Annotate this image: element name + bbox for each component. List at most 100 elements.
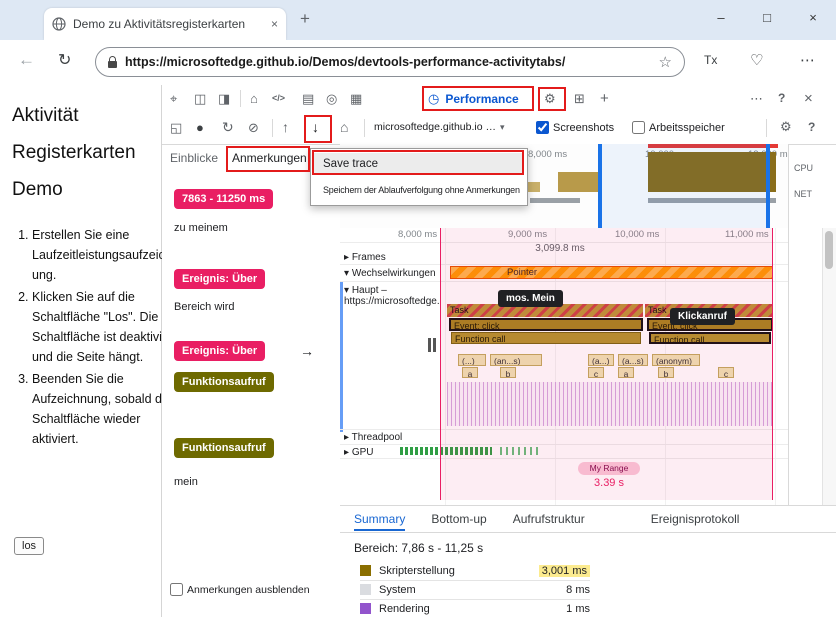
tab-close-icon[interactable]: × (271, 18, 278, 30)
collapse-icon[interactable]: ▾ (344, 268, 349, 279)
tab-event-log[interactable]: Ereignisprotokoll (651, 512, 740, 526)
tab-insights[interactable]: Einblicke (170, 151, 218, 165)
tab-annotations[interactable]: Anmerkungen (232, 151, 307, 165)
go-button[interactable]: los (14, 537, 45, 555)
js-frame-bar[interactable]: (a...) (588, 354, 614, 366)
record-icon[interactable]: ● (196, 121, 204, 134)
track-gpu[interactable]: ▸ GPU (344, 447, 373, 458)
annotation-note[interactable]: zu meinem (174, 222, 228, 234)
event-click-bar[interactable]: Event: click (449, 318, 643, 331)
annotation-tooltip[interactable]: mos. Mein (498, 290, 563, 307)
new-tab-button[interactable]: + (300, 10, 310, 27)
overview-selected-window[interactable] (602, 144, 768, 228)
screenshots-checkbox-input[interactable] (536, 121, 549, 134)
console-icon[interactable]: ▤ (302, 92, 314, 105)
js-frame-bar[interactable]: a (462, 367, 478, 378)
panel-dock-icon[interactable]: ◱ (170, 121, 182, 134)
screenshots-checkbox[interactable]: Screenshots (536, 121, 614, 134)
settings-more-icon[interactable]: ⋯ (800, 51, 815, 69)
minimize-button[interactable]: – (698, 0, 744, 34)
load-profile-icon[interactable]: ↑ (282, 120, 289, 134)
elements-icon[interactable]: </> (272, 94, 285, 103)
js-frame-bar[interactable]: (a...s) (618, 354, 648, 366)
annotation-func-badge[interactable]: Funktionsaufruf (174, 438, 274, 458)
window-close-button[interactable]: × (790, 0, 836, 34)
expand-icon[interactable]: ▸ (344, 447, 349, 458)
expand-icon[interactable]: ▸ (344, 252, 349, 263)
track-main-thread[interactable]: ▾ Haupt – https://microsoftedge.git… (344, 285, 440, 307)
devtools-close-icon[interactable]: × (804, 91, 813, 106)
js-frame-bar[interactable]: (...) (458, 354, 486, 366)
tab-performance[interactable]: ◷ Performance (428, 85, 519, 112)
expand-icon[interactable]: ▸ (344, 432, 349, 443)
annotation-func-badge[interactable]: Funktionsaufruf (174, 372, 274, 392)
scrollbar[interactable] (822, 228, 836, 505)
perf-help-icon[interactable]: ? (808, 121, 815, 133)
js-frame-bar[interactable]: (an...s) (490, 354, 542, 366)
hide-annotations-checkbox-input[interactable] (170, 583, 183, 596)
annotation-tooltip[interactable]: Klickanruf (670, 308, 735, 325)
function-call-bar[interactable]: Function call (649, 332, 771, 344)
js-frame-bar[interactable]: c (588, 367, 604, 378)
save-profile-icon[interactable]: ↓ (312, 120, 319, 134)
gear-icon[interactable]: ⚙ (544, 92, 556, 105)
hide-annotations-label: Anmerkungen ausblenden (187, 583, 310, 596)
memory-checkbox-input[interactable] (632, 121, 645, 134)
js-frame-bar[interactable]: b (500, 367, 516, 378)
tab-call-tree[interactable]: Aufrufstruktur (513, 512, 585, 526)
js-frame-bar[interactable]: c (718, 367, 734, 378)
browser-tab[interactable]: Demo zu Aktivitätsregisterkarten × (44, 8, 286, 40)
annotation-event-badge[interactable]: Ereignis: Über (174, 341, 266, 361)
application-icon[interactable]: ⊞ (574, 92, 585, 105)
perf-settings-gear-icon[interactable]: ⚙ (780, 120, 792, 133)
maximize-button[interactable]: □ (744, 0, 790, 34)
refresh-icon[interactable]: ↻ (58, 50, 71, 70)
annotation-event-badge[interactable]: Ereignis: Über (174, 269, 266, 289)
dock-side-icon[interactable]: ◨ (218, 92, 230, 105)
collapse-icon[interactable]: ▾ (344, 285, 349, 296)
track-threadpool[interactable]: ▸ Threadpool (344, 432, 402, 443)
record-reload-icon[interactable]: ↻ (222, 120, 234, 134)
range-annotation-label[interactable]: My Range (578, 462, 640, 475)
js-frame-bar[interactable]: (anonym) (652, 354, 700, 366)
welcome-home-icon[interactable]: ⌂ (250, 92, 258, 105)
url-text[interactable]: https://microsoftedge.github.io/Demos/de… (125, 55, 651, 69)
overview-right-handle[interactable] (766, 144, 770, 228)
function-call-bar[interactable]: Function call (451, 332, 641, 344)
help-icon[interactable]: ? (778, 92, 785, 104)
flame-chart[interactable]: 8,000 ms 9,000 ms 10,000 ms 11,000 ms 3,… (340, 228, 788, 505)
legend-value: 3,001 ms (538, 564, 590, 577)
annotation-range-badge[interactable]: 7863 - 11250 ms (174, 189, 274, 209)
browser-essentials-icon[interactable]: ♡ (750, 51, 763, 69)
js-frame-bar[interactable]: a (618, 367, 634, 378)
js-frame-bar[interactable]: b (658, 367, 674, 378)
inspect-icon[interactable]: ⌖ (170, 92, 177, 105)
clear-icon[interactable]: ⊘ (248, 121, 259, 134)
home-icon[interactable]: ⌂ (340, 120, 348, 134)
micro-activity-region[interactable] (447, 382, 773, 426)
scrollbar-thumb[interactable] (825, 231, 833, 269)
more-tools-icon[interactable]: ⋯ (750, 92, 763, 105)
back-icon[interactable]: ← (18, 50, 35, 70)
annotation-note[interactable]: mein (174, 476, 198, 488)
translate-icon[interactable]: Tx (704, 53, 717, 67)
memory-icon[interactable]: ▦ (350, 92, 362, 105)
favorites-star-icon[interactable]: ☆ (659, 55, 672, 70)
annotation-note[interactable]: Bereich wird (174, 301, 235, 313)
add-panel-icon[interactable]: + (600, 91, 609, 106)
tab-bottom-up[interactable]: Bottom-up (431, 512, 486, 526)
track-interactions[interactable]: ▾ Wechselwirkungen (344, 268, 436, 279)
overview-tick: 8,000 ms (528, 149, 568, 160)
overview-left-handle[interactable] (598, 144, 602, 228)
address-bar[interactable]: https://microsoftedge.github.io/Demos/de… (95, 47, 685, 77)
menu-item-save-trace[interactable]: Save trace (314, 153, 524, 175)
interaction-pointer-bar[interactable]: Pointer (450, 266, 773, 279)
hide-annotations-checkbox[interactable]: Anmerkungen ausblenden (170, 583, 310, 596)
origin-dropdown[interactable]: microsoftedge.github.io … ▾ (374, 121, 505, 133)
device-toolbar-icon[interactable]: ◫ (194, 92, 206, 105)
network-icon[interactable]: ◎ (326, 92, 337, 105)
memory-checkbox[interactable]: Arbeitsspeicher (632, 121, 725, 134)
tab-summary[interactable]: Summary (354, 512, 406, 531)
track-frames[interactable]: ▸ Frames (344, 252, 386, 263)
menu-item-save-without-annotations[interactable]: Speichern der Ablaufverfolgung ohne Anme… (314, 179, 524, 201)
